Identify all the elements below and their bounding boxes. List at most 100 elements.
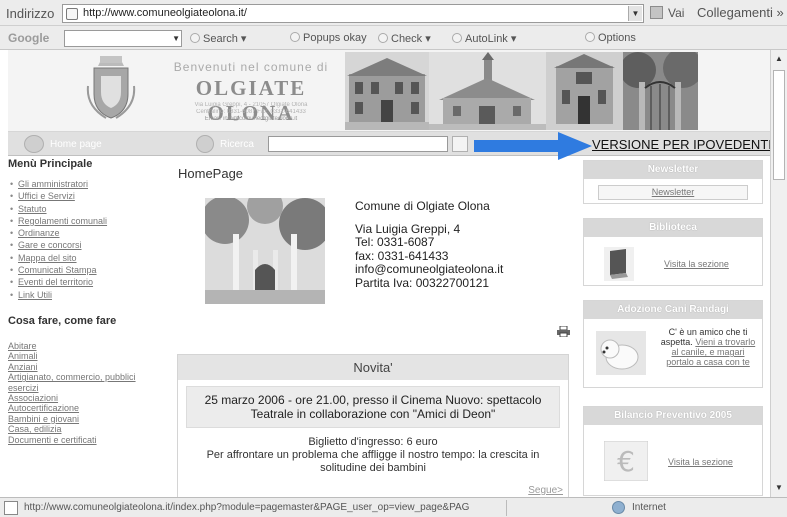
contact-tel: Tel: 0331-6087	[355, 235, 435, 249]
site-search-input[interactable]	[268, 136, 448, 152]
euro-icon: €	[604, 441, 648, 481]
spellcheck-icon	[378, 33, 388, 43]
menu-item-label[interactable]: Uffici e Servizi	[18, 191, 75, 201]
news-headline: 25 marzo 2006 - ore 21.00, presso il Cin…	[186, 386, 560, 428]
home-link[interactable]: Home page	[50, 139, 102, 150]
vertical-scrollbar[interactable]: ▲ ▼	[770, 50, 787, 497]
church-photo	[429, 52, 546, 130]
chevron-down-icon[interactable]: ▼	[628, 6, 642, 21]
cosa-item[interactable]: Documenti e certificati	[8, 435, 166, 445]
autolink-button[interactable]: AutoLink ▾	[452, 32, 516, 45]
accessible-version-link[interactable]: VERSIONE PER IPOVEDENTI	[592, 137, 770, 152]
menu-item[interactable]: Gare e concorsi	[8, 239, 166, 252]
site-banner: Benvenuti nel comune di OLGIATE OLONA Vi…	[8, 50, 770, 132]
menu-item[interactable]: Link Utili	[8, 289, 166, 302]
menu-item-label[interactable]: Regolamenti comunali	[18, 216, 107, 226]
contact-street: Via Luigia Greppi, 4	[355, 221, 461, 236]
status-divider	[506, 500, 507, 516]
home-icon[interactable]	[24, 135, 44, 153]
address-input[interactable]: http://www.comuneolgiateolona.it/ ▼	[62, 4, 644, 23]
go-arrow-icon[interactable]	[650, 6, 663, 19]
cosa-item[interactable]: Artigianato, commercio, pubblici eserciz…	[8, 372, 166, 393]
google-search-button[interactable]: Search ▾	[190, 32, 246, 45]
google-search-input[interactable]: ▼	[64, 30, 182, 47]
book-icon	[604, 247, 634, 281]
options-label: Options	[598, 32, 636, 44]
menu-item[interactable]: Eventi del territorio	[8, 276, 166, 289]
newsletter-title: Newsletter	[584, 161, 762, 179]
page-title: HomePage	[178, 166, 244, 181]
menu-item[interactable]: Uffici e Servizi	[8, 190, 166, 203]
menu-item[interactable]: Statuto	[8, 203, 166, 216]
popups-button[interactable]: Popups okay	[290, 32, 367, 44]
cosa-fare-title: Cosa fare, come fare	[8, 314, 117, 327]
news-more-link[interactable]: Segue>	[528, 485, 563, 496]
cosa-item[interactable]: Anziani	[8, 362, 166, 372]
cosa-item[interactable]: Animali	[8, 351, 166, 361]
autolink-label: AutoLink	[465, 33, 508, 45]
menu-item-label[interactable]: Comunicati Stampa	[18, 265, 97, 275]
scroll-thumb[interactable]	[773, 70, 785, 180]
status-zone: Internet	[632, 502, 666, 513]
options-button[interactable]: Options	[585, 32, 636, 44]
check-button[interactable]: Check ▾	[378, 32, 431, 45]
newsletter-link[interactable]: Newsletter	[652, 187, 695, 197]
menu-item-label[interactable]: Statuto	[18, 204, 47, 214]
menu-item[interactable]: Regolamenti comunali	[8, 215, 166, 228]
news-header: Novita'	[178, 355, 568, 380]
address-bar: Indirizzo http://www.comuneolgiateolona.…	[0, 0, 787, 26]
menu-item[interactable]: Gli amministratori	[8, 178, 166, 191]
menu-item[interactable]: Comunicati Stampa	[8, 264, 166, 277]
header-address: Via Luigia Greppi, 4 - 21057 Olgiate Olo…	[194, 102, 308, 108]
library-link[interactable]: Visita la sezione	[664, 259, 729, 269]
contact-email[interactable]: info@comuneolgiateolona.it	[355, 262, 503, 277]
dog-photo	[596, 331, 646, 375]
menu-item-label[interactable]: Ordinanze	[18, 228, 60, 238]
go-button[interactable]: Vai	[668, 6, 684, 20]
town-hall-photo	[546, 52, 623, 130]
google-logo[interactable]: Google	[8, 31, 49, 45]
cosa-item[interactable]: Autocertificazione	[8, 403, 166, 413]
cosa-item[interactable]: Associazioni	[8, 393, 166, 403]
autolink-icon	[452, 33, 462, 43]
menu-item[interactable]: Ordinanze	[8, 227, 166, 240]
cosa-item[interactable]: Bambini e giovani	[8, 414, 166, 424]
status-bar: http://www.comuneolgiateolona.it/index.p…	[0, 497, 787, 517]
links-button[interactable]: Collegamenti »	[697, 5, 784, 20]
chevron-down-icon[interactable]: ▼	[172, 31, 180, 46]
contact-name: Comune di Olgiate Olona	[355, 199, 490, 213]
options-icon	[585, 32, 595, 42]
menu-item-label[interactable]: Gare e concorsi	[18, 240, 82, 250]
search-icon[interactable]	[196, 135, 214, 153]
scroll-up-icon[interactable]: ▲	[772, 52, 786, 66]
cosa-item[interactable]: Abitare	[8, 341, 166, 351]
news-body: Biglietto d'ingresso: 6 euro Per affront…	[178, 436, 568, 475]
page-viewport: Benvenuti nel comune di OLGIATE OLONA Vi…	[8, 50, 770, 497]
search-go-button[interactable]	[452, 136, 468, 152]
scroll-down-icon[interactable]: ▼	[772, 481, 786, 495]
news-ticket: Biglietto d'ingresso: 6 euro	[308, 436, 438, 448]
cosa-fare-list: Abitare Animali Anziani Artigianato, com…	[8, 341, 166, 445]
contact-info: Comune di Olgiate Olona Via Luigia Grepp…	[355, 199, 503, 290]
budget-box: Bilancio Preventivo 2005 € Visita la sez…	[583, 406, 763, 496]
site-navbar: Home page Ricerca VERSIONE PER IPOVEDENT…	[8, 132, 770, 160]
library-box: Biblioteca Visita la sezione	[583, 218, 763, 286]
menu-item-label[interactable]: Link Utili	[18, 290, 52, 300]
address-url[interactable]: http://www.comuneolgiateolona.it/	[83, 7, 247, 19]
menu-item-label[interactable]: Gli amministratori	[18, 179, 88, 189]
menu-item[interactable]: Mappa del sito	[8, 252, 166, 265]
search-icon	[190, 33, 200, 43]
globe-icon	[612, 501, 625, 514]
newsletter-button[interactable]: Newsletter	[598, 185, 748, 200]
dog-adoption-box: Adozione Cani Randagi C' è un amico che …	[583, 300, 763, 388]
menu-item-label[interactable]: Eventi del territorio	[18, 277, 93, 287]
menu-item-label[interactable]: Mappa del sito	[18, 253, 77, 263]
popups-label: Popups okay	[303, 32, 367, 44]
status-url: http://www.comuneolgiateolona.it/index.p…	[24, 502, 470, 513]
budget-link[interactable]: Visita la sezione	[668, 457, 733, 467]
page-icon	[66, 8, 78, 20]
printer-icon[interactable]	[557, 326, 570, 337]
garden-gate-photo	[623, 52, 698, 130]
google-toolbar: Google ▼ Search ▾ Popups okay Check ▾ Au…	[0, 26, 787, 50]
cosa-item[interactable]: Casa, edilizia	[8, 424, 166, 434]
